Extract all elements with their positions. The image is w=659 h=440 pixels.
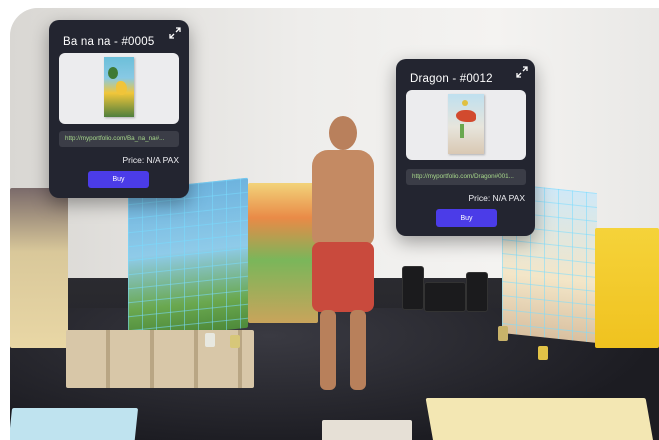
price-label: Price: N/A PAX — [468, 193, 525, 203]
painting-yellow — [595, 228, 659, 348]
paint-can — [538, 346, 548, 360]
card-title: Dragon - #0012 — [410, 73, 493, 85]
painting-tree — [128, 177, 248, 341]
stereo — [424, 282, 466, 312]
paint-can — [498, 326, 508, 341]
speaker-left — [402, 266, 424, 310]
buy-button[interactable]: Buy — [88, 171, 149, 188]
portfolio-url[interactable]: http://myportfolio.com/Dragon#001... — [406, 169, 526, 185]
artwork-image-dragon — [448, 94, 484, 154]
floor-canvas — [425, 398, 655, 440]
floor-canvas — [322, 420, 412, 440]
wooden-pallet — [66, 330, 254, 388]
nft-card-dragon: Dragon - #0012 http://myportfolio.com/Dr… — [396, 59, 535, 236]
floor-canvas — [10, 408, 139, 440]
paint-can — [205, 333, 215, 347]
artist-figure — [306, 112, 380, 402]
buy-button[interactable]: Buy — [436, 209, 497, 227]
artwork-thumbnail[interactable] — [406, 90, 526, 160]
painting-left — [10, 188, 68, 348]
speaker-right — [466, 272, 488, 312]
portfolio-url[interactable]: http://myportfolio.com/Ba_na_na#... — [59, 131, 179, 147]
price-label: Price: N/A PAX — [122, 155, 179, 165]
artwork-image-banana — [104, 57, 134, 117]
nft-card-banana: Ba na na - #0005 http://myportfolio.com/… — [49, 20, 189, 198]
expand-arrows-icon[interactable] — [169, 27, 181, 39]
expand-arrows-icon[interactable] — [516, 66, 528, 78]
card-title: Ba na na - #0005 — [63, 36, 155, 48]
artwork-thumbnail[interactable] — [59, 53, 179, 124]
paint-can — [230, 335, 240, 348]
